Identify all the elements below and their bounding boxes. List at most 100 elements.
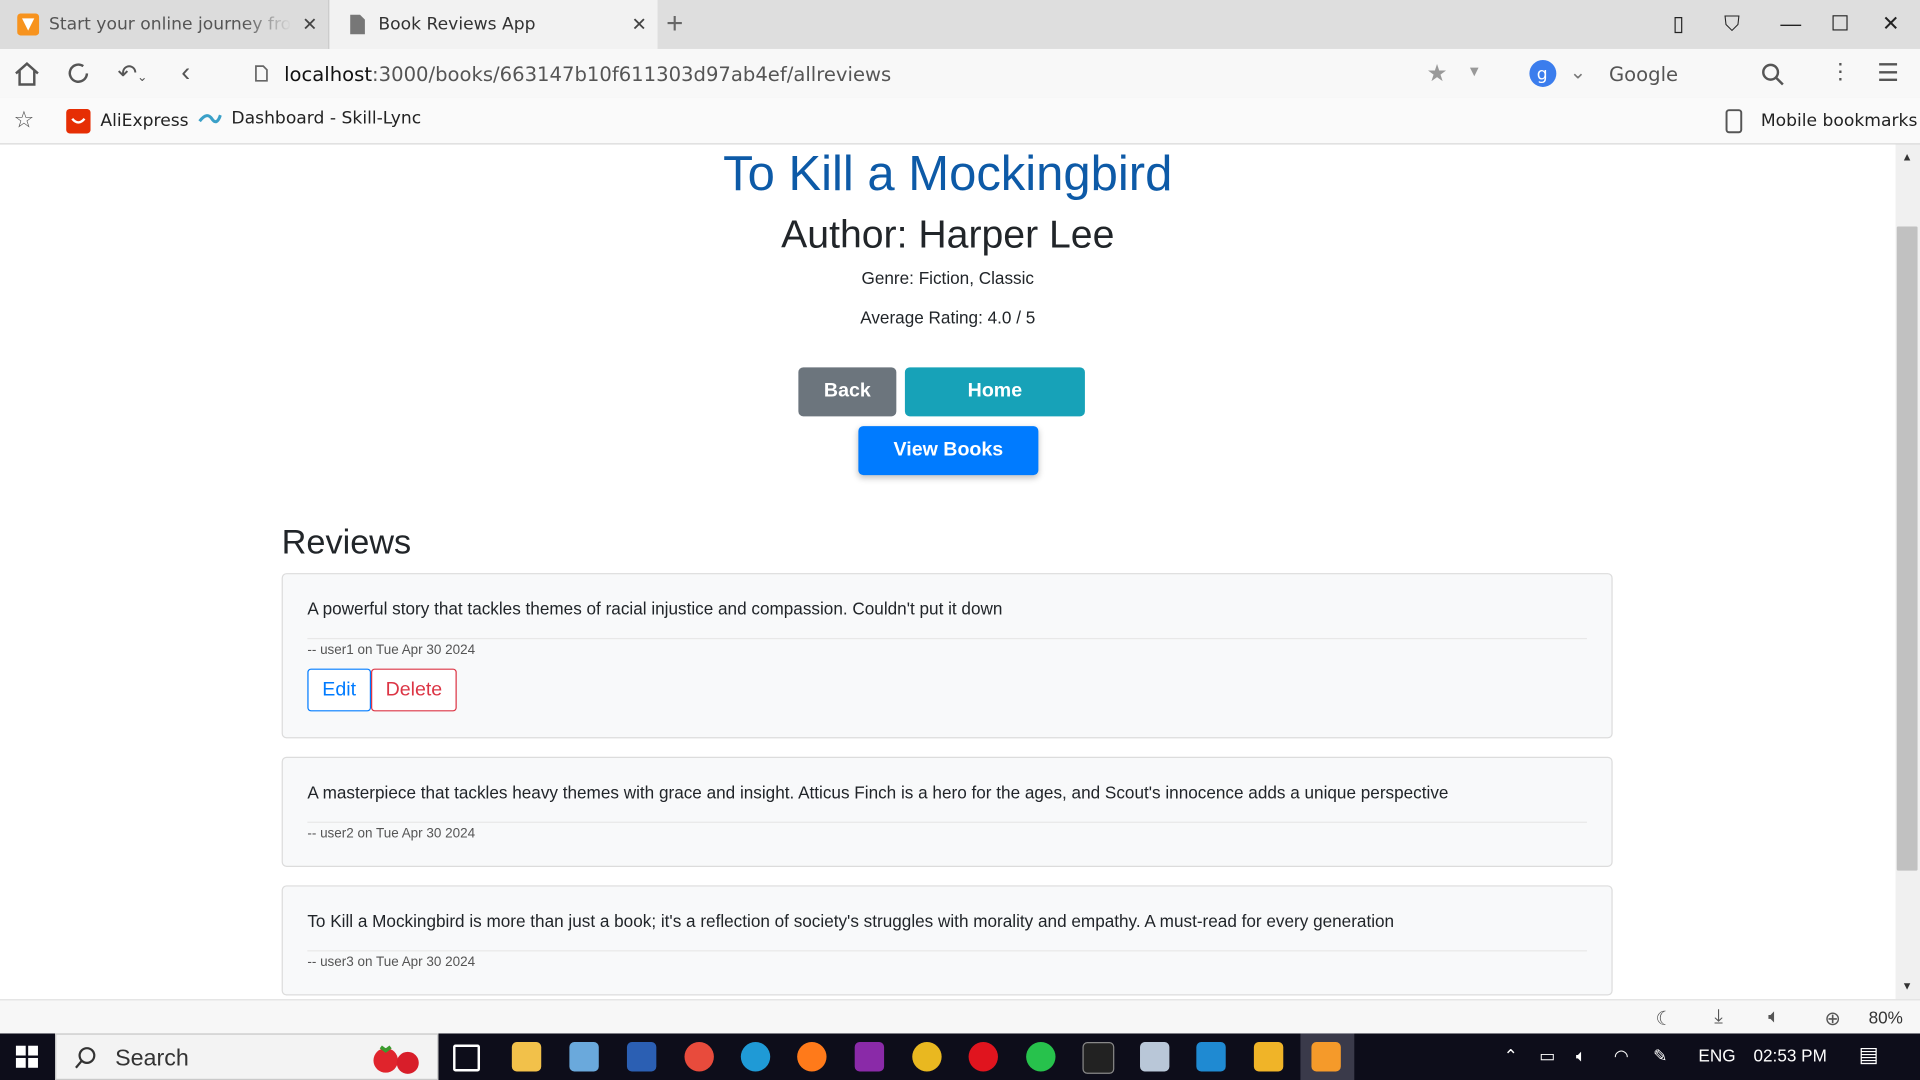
file-explorer-icon[interactable]: [511, 1042, 542, 1072]
git-icon[interactable]: [1253, 1042, 1284, 1072]
home-icon[interactable]: [12, 60, 41, 87]
review-card: A powerful story that tackles themes of …: [281, 573, 1613, 739]
page-icon: [255, 65, 268, 82]
address-bar[interactable]: localhost:3000/books/663147b10f611303d97…: [233, 54, 1499, 93]
pen-icon[interactable]: ✎: [1653, 1046, 1667, 1067]
search-label: Search: [115, 1045, 189, 1072]
svg-text:g: g: [1537, 65, 1548, 85]
reload-icon[interactable]: [64, 60, 93, 87]
uc-browser-icon[interactable]: [1311, 1042, 1341, 1072]
chrome-icon[interactable]: [912, 1042, 942, 1072]
home-button[interactable]: Home: [904, 367, 1085, 417]
review-text: A masterpiece that tackles heavy themes …: [307, 782, 1449, 803]
mobile-bookmarks[interactable]: Mobile bookmarks: [1724, 109, 1917, 134]
review-card: To Kill a Mockingbird is more than just …: [281, 885, 1613, 996]
image-app-icon[interactable]: [569, 1042, 599, 1072]
scroll-up-icon[interactable]: ▲: [1902, 151, 1913, 163]
taskbar: Search ⌃ ▭ 🔈︎ ◠ ✎ ENG 02:53 PM ▤: [0, 1033, 1920, 1080]
url-path: :3000/books/663147b10f611303d97ab4ef/all…: [372, 62, 892, 86]
search-box[interactable]: g ⌄ Google: [1518, 54, 1806, 93]
notifications-icon[interactable]: ▤: [1859, 1043, 1879, 1067]
close-window-icon[interactable]: ✕: [1882, 12, 1899, 36]
new-tab-icon[interactable]: +: [666, 7, 683, 41]
star-icon[interactable]: ★: [1427, 60, 1448, 88]
sound-icon[interactable]: 🔈︎: [1768, 1007, 1780, 1029]
review-meta: -- user2 on Tue Apr 30 2024: [307, 826, 476, 842]
scrollbar-thumb[interactable]: [1896, 226, 1918, 871]
view-books-button[interactable]: View Books: [858, 426, 1039, 476]
menu-icon[interactable]: ☰: [1877, 58, 1899, 89]
mobile-icon: [1725, 109, 1743, 134]
firefox-icon[interactable]: [797, 1042, 827, 1072]
vscode-icon[interactable]: [1196, 1042, 1226, 1072]
tab-start-journey[interactable]: Start your online journey from ✕: [0, 0, 330, 49]
review-card: A masterpiece that tackles heavy themes …: [281, 756, 1613, 867]
tab-strip: Start your online journey from ✕ Book Re…: [0, 0, 1920, 49]
terminal-icon[interactable]: [1082, 1042, 1115, 1074]
page-icon: [350, 14, 365, 35]
bookmarks-bar: ☆ AliExpress Dashboard - Skill-Lync Mobi…: [0, 97, 1920, 145]
url-host: localhost: [284, 62, 373, 86]
book-title: To Kill a Mockingbird: [723, 146, 1173, 201]
clock[interactable]: 02:53 PM: [1753, 1046, 1826, 1066]
book-author: Author: Harper Lee: [781, 211, 1115, 256]
chevron-down-icon[interactable]: ⌄: [1570, 60, 1586, 84]
search-icon[interactable]: [1761, 62, 1785, 86]
undo-icon[interactable]: ↶⌄: [118, 60, 148, 88]
chevron-up-icon[interactable]: ⌃: [1504, 1046, 1518, 1067]
review-meta: -- user1 on Tue Apr 30 2024: [307, 642, 476, 658]
scroll-down-icon[interactable]: ▼: [1902, 980, 1913, 992]
battery-icon[interactable]: ▭: [1539, 1046, 1555, 1067]
zoom-level[interactable]: 80%: [1869, 1008, 1903, 1028]
volume-icon[interactable]: 🔈︎: [1576, 1046, 1586, 1067]
minimize-icon[interactable]: —: [1780, 12, 1801, 36]
task-view-icon[interactable]: [453, 1044, 481, 1072]
shirt-icon[interactable]: ⛉: [1724, 12, 1740, 36]
remote-desktop-icon[interactable]: [1140, 1042, 1170, 1072]
aliexpress-icon: [66, 108, 91, 134]
tab-book-reviews[interactable]: Book Reviews App ✕: [329, 0, 658, 49]
bookmark-label: Dashboard - Skill-Lync: [231, 108, 422, 129]
bookmark-star-icon[interactable]: ☆: [13, 107, 34, 134]
whatsapp-icon[interactable]: [1026, 1042, 1056, 1072]
search-icon: [75, 1047, 96, 1069]
skill-lync-icon: [198, 114, 222, 124]
more-vertical-icon[interactable]: ⋮: [1829, 59, 1851, 85]
close-tab-icon[interactable]: ✕: [621, 13, 658, 35]
edge-icon[interactable]: [740, 1042, 771, 1072]
tab-title: Book Reviews App: [378, 14, 536, 35]
divider: [307, 637, 1587, 640]
maximize-icon[interactable]: ☐: [1831, 12, 1850, 36]
review-text: To Kill a Mockingbird is more than just …: [307, 911, 1395, 931]
review-text: A powerful story that tackles themes of …: [307, 598, 1003, 619]
zoom-icon[interactable]: ⊕: [1825, 1007, 1841, 1031]
review-meta: -- user3 on Tue Apr 30 2024: [307, 955, 476, 970]
opera-icon[interactable]: [968, 1042, 998, 1072]
book-rating: Average Rating: 4.0 / 5: [860, 307, 1036, 327]
paint-icon[interactable]: [684, 1042, 714, 1072]
wifi-icon[interactable]: ◠: [1614, 1046, 1629, 1067]
back-arrow-icon[interactable]: ‹: [181, 56, 190, 88]
close-tab-icon[interactable]: ✕: [291, 13, 328, 35]
dropdown-icon[interactable]: ▼: [1467, 62, 1482, 79]
navigation-bar: ↶⌄ ‹ localhost:3000/books/663147b10f6113…: [0, 48, 1920, 100]
back-button[interactable]: Back: [798, 367, 897, 417]
divider: [307, 821, 1587, 823]
book-genre: Genre: Fiction, Classic: [861, 268, 1034, 288]
edit-button[interactable]: Edit: [307, 668, 372, 712]
status-bar: ☾ ⤓ 🔈︎ ⊕ 80%: [0, 999, 1920, 1035]
word-icon[interactable]: [626, 1042, 657, 1072]
bookmark-aliexpress[interactable]: AliExpress: [66, 108, 189, 134]
taskbar-search[interactable]: Search: [55, 1033, 439, 1080]
search-engine-label: Google: [1608, 62, 1679, 86]
bookmark-skill-lync[interactable]: Dashboard - Skill-Lync: [197, 109, 421, 129]
tab-list-icon[interactable]: ▯: [1673, 12, 1684, 36]
windows-start-icon[interactable]: [0, 1033, 55, 1080]
divider: [307, 950, 1587, 952]
onenote-icon[interactable]: [854, 1042, 885, 1072]
night-mode-icon[interactable]: ☾: [1656, 1007, 1674, 1031]
delete-button[interactable]: Delete: [371, 668, 457, 712]
tab-title: Start your online journey from: [48, 14, 292, 35]
download-icon[interactable]: ⤓: [1714, 1007, 1723, 1029]
language-indicator[interactable]: ENG: [1698, 1046, 1735, 1066]
